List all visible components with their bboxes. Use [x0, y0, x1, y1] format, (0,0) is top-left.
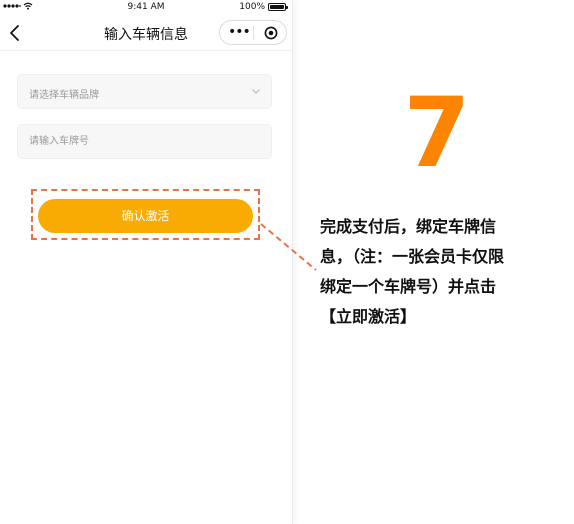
more-dots-icon[interactable]: •••: [228, 25, 251, 41]
battery-percent: 100%: [239, 2, 265, 12]
status-bar: 9:41 AM 100%: [0, 0, 292, 14]
instruction-line-1: 完成支付后，绑定车牌信: [320, 217, 497, 236]
capsule-divider: [253, 26, 254, 40]
battery-icon: [268, 3, 288, 11]
instruction-line-4: 【立即激活】: [320, 307, 417, 326]
car-brand-placeholder: 请选择车辆品牌: [29, 90, 99, 101]
navigation-bar: 输入车辆信息 •••: [0, 16, 292, 51]
instruction-text: 完成支付后，绑定车牌信 息，（注：一张会员卡仅限 绑定一个车牌号）并点击 【立即…: [320, 212, 570, 332]
phone-screen: 9:41 AM 100% 输入车辆信息 ••• 请选择车辆品牌 确认激活: [0, 0, 293, 524]
highlight-dashed-box: [31, 189, 260, 240]
car-brand-select[interactable]: 请选择车辆品牌: [17, 74, 272, 109]
instruction-line-3: 绑定一个车牌号）并点击: [320, 277, 497, 296]
instruction-line-2: 息，（注：一张会员卡仅限: [320, 247, 505, 266]
step-number: 7: [403, 77, 471, 189]
plate-number-input[interactable]: [18, 125, 271, 158]
chevron-down-icon: [252, 89, 260, 94]
plate-number-field[interactable]: [17, 124, 272, 159]
target-icon[interactable]: [264, 26, 278, 40]
battery-status: 100%: [239, 2, 288, 12]
mini-program-capsule: •••: [219, 20, 287, 45]
